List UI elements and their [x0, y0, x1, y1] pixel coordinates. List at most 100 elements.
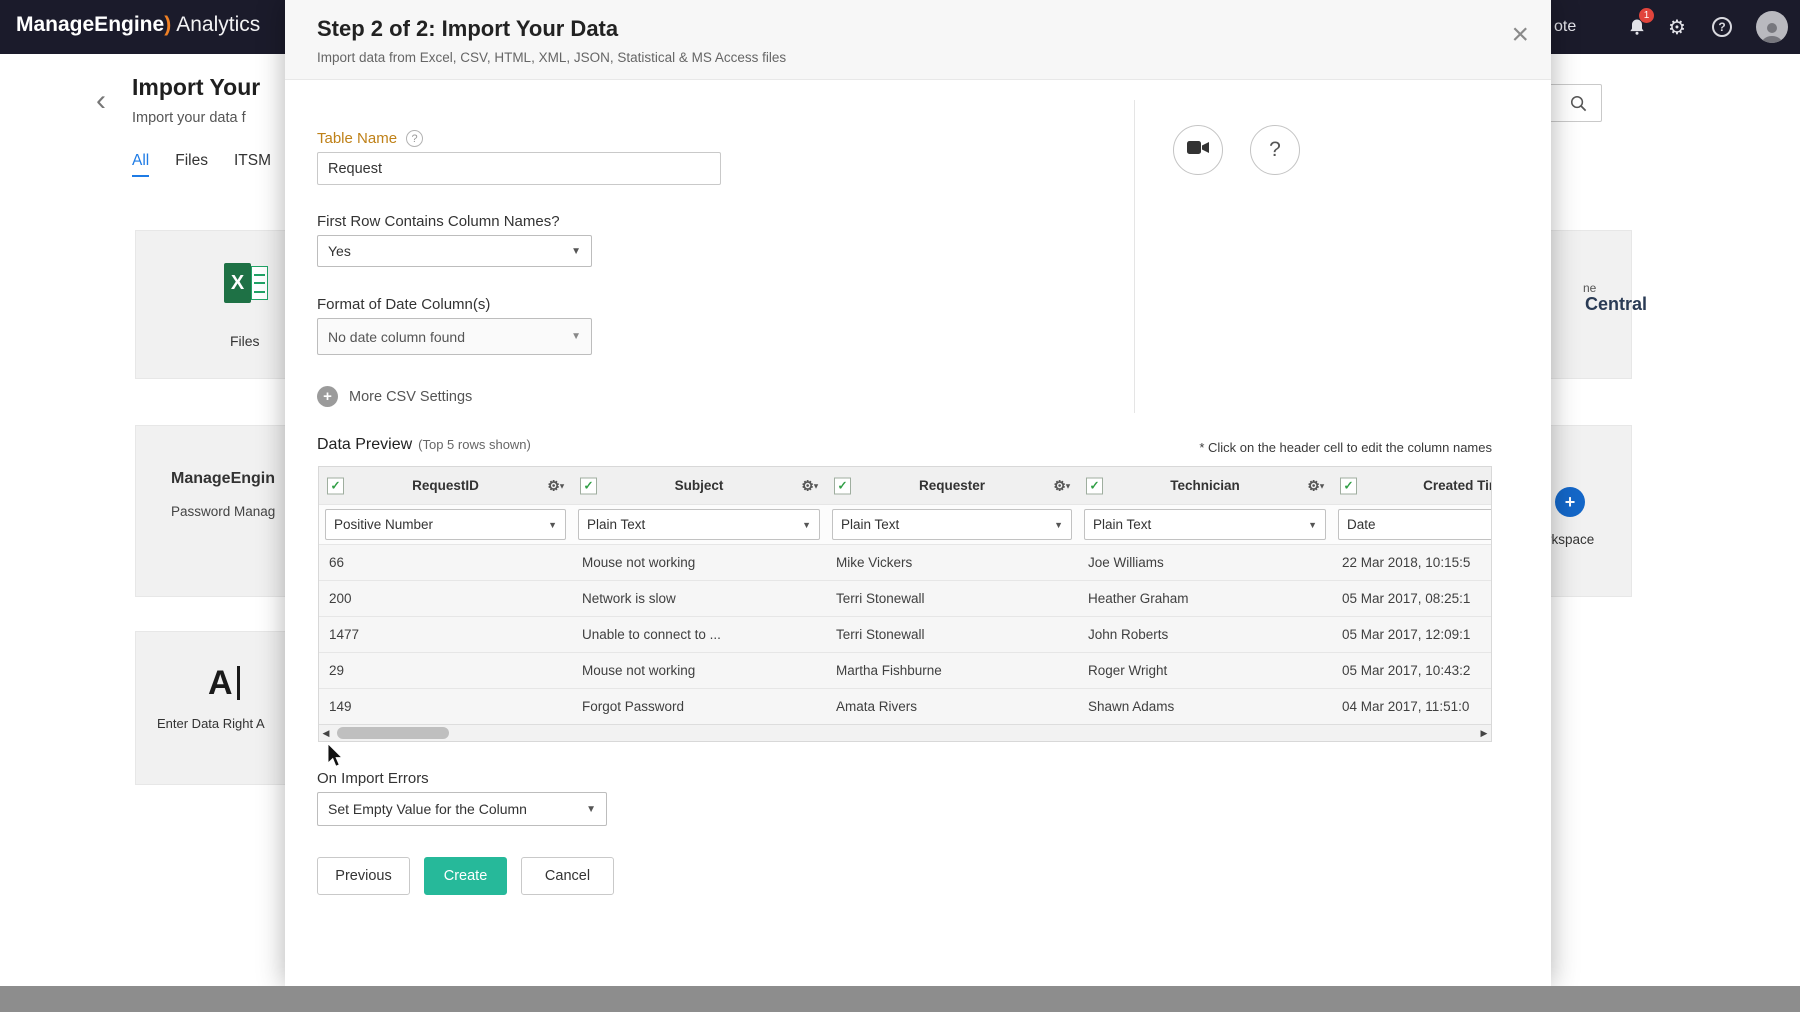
- cell: Mouse not working: [572, 653, 826, 688]
- avatar: [1756, 11, 1788, 43]
- cell: 29: [319, 653, 572, 688]
- brand-name: ManageEngine: [16, 13, 164, 36]
- column-type-select[interactable]: Plain Text▼: [1084, 509, 1326, 540]
- cell: Amata Rivers: [826, 689, 1078, 724]
- screen: ManageEngine)Analytics ote 1 ⚙ ? ‹ Impor…: [0, 0, 1800, 1012]
- cell: Mike Vickers: [826, 545, 1078, 580]
- cell: 1477: [319, 617, 572, 652]
- tab-itsm[interactable]: ITSM: [234, 152, 271, 177]
- video-camera-icon: [1186, 139, 1210, 161]
- column-checkbox[interactable]: ✓: [327, 477, 344, 494]
- modal-title: Step 2 of 2: Import Your Data: [317, 16, 618, 42]
- plus-icon: +: [317, 386, 338, 407]
- table-row: 149 Forgot Password Amata Rivers Shawn A…: [319, 688, 1491, 724]
- card-enter-data-label: Enter Data Right A: [157, 716, 265, 731]
- column-type-select[interactable]: Plain Text▼: [832, 509, 1072, 540]
- help-button[interactable]: ?: [1712, 0, 1732, 54]
- first-row-label: First Row Contains Column Names?: [317, 213, 560, 230]
- data-preview-subheading: (Top 5 rows shown): [418, 437, 531, 452]
- chevron-down-icon: ▼: [571, 246, 581, 257]
- column-header-requester[interactable]: ✓ Requester ⚙▾: [826, 467, 1078, 504]
- data-preview-heading: Data Preview(Top 5 rows shown): [317, 436, 531, 454]
- cancel-button[interactable]: Cancel: [521, 857, 614, 895]
- tab-files[interactable]: Files: [175, 152, 208, 177]
- more-csv-settings[interactable]: + More CSV Settings: [317, 386, 472, 407]
- cell: Forgot Password: [572, 689, 826, 724]
- vertical-divider: [1134, 100, 1135, 413]
- cell: Joe Williams: [1078, 545, 1332, 580]
- cell: Roger Wright: [1078, 653, 1332, 688]
- cell: Terri Stonewall: [826, 617, 1078, 652]
- date-format-label: Format of Date Column(s): [317, 296, 490, 313]
- cell: Mouse not working: [572, 545, 826, 580]
- topbar-partial-text[interactable]: ote: [1554, 0, 1576, 54]
- chevron-down-icon: ▼: [1308, 520, 1317, 530]
- plus-circle-icon: +: [1555, 487, 1585, 517]
- column-settings-icon[interactable]: ⚙▾: [1053, 477, 1070, 494]
- notifications-button[interactable]: 1: [1627, 0, 1647, 54]
- table-name-input[interactable]: [317, 152, 721, 185]
- horizontal-scrollbar[interactable]: ◀ ▶: [319, 724, 1491, 741]
- import-data-modal: Step 2 of 2: Import Your Data Import dat…: [285, 0, 1551, 986]
- column-type-select[interactable]: Plain Text▼: [578, 509, 820, 540]
- card-central-label: Central: [1585, 294, 1647, 315]
- previous-button[interactable]: Previous: [317, 857, 410, 895]
- scrollbar-thumb[interactable]: [337, 727, 449, 739]
- cell: Terri Stonewall: [826, 581, 1078, 616]
- date-format-select[interactable]: No date column found ▼: [317, 318, 592, 355]
- modal-subtitle: Import data from Excel, CSV, HTML, XML, …: [317, 50, 786, 65]
- user-menu[interactable]: [1756, 0, 1788, 54]
- create-button[interactable]: Create: [424, 857, 507, 895]
- column-settings-icon[interactable]: ⚙▾: [801, 477, 818, 494]
- chevron-down-icon: ▼: [571, 331, 581, 342]
- column-header-createdtime[interactable]: ✓ Created Tim ⚙▾: [1332, 467, 1491, 504]
- on-import-errors-select[interactable]: Set Empty Value for the Column ▼: [317, 792, 607, 826]
- bottom-strip: [0, 986, 1800, 1012]
- column-settings-icon[interactable]: ⚙▾: [1307, 477, 1324, 494]
- close-icon[interactable]: ×: [1511, 20, 1529, 50]
- notification-badge: 1: [1639, 8, 1654, 23]
- settings-button[interactable]: ⚙: [1668, 0, 1686, 54]
- column-checkbox[interactable]: ✓: [834, 477, 851, 494]
- column-checkbox[interactable]: ✓: [580, 477, 597, 494]
- cell: 05 Mar 2017, 12:09:1: [1332, 617, 1491, 652]
- tab-all[interactable]: All: [132, 152, 149, 177]
- modal-help-button[interactable]: ?: [1250, 125, 1300, 175]
- mouse-cursor: [326, 742, 344, 774]
- header-edit-note: * Click on the header cell to edit the c…: [1199, 440, 1492, 455]
- column-header-requestid[interactable]: ✓ RequestID ⚙▾: [319, 467, 572, 504]
- column-header-subject[interactable]: ✓ Subject ⚙▾: [572, 467, 826, 504]
- cell: Network is slow: [572, 581, 826, 616]
- gear-icon: ⚙: [1668, 15, 1686, 40]
- column-type-select[interactable]: Positive Number▼: [325, 509, 566, 540]
- cell: Unable to connect to ...: [572, 617, 826, 652]
- column-settings-icon[interactable]: ⚙▾: [547, 477, 564, 494]
- chevron-down-icon: ▼: [586, 804, 596, 815]
- cell: Martha Fishburne: [826, 653, 1078, 688]
- excel-icon: X: [224, 263, 268, 303]
- video-help-button[interactable]: [1173, 125, 1223, 175]
- column-checkbox[interactable]: ✓: [1086, 477, 1103, 494]
- cell: 04 Mar 2017, 11:51:0: [1332, 689, 1491, 724]
- scroll-left-icon[interactable]: ◀: [319, 725, 333, 742]
- column-checkbox[interactable]: ✓: [1340, 477, 1357, 494]
- column-type-row: Positive Number▼ Plain Text▼ Plain Text▼…: [319, 504, 1491, 544]
- table-row: 1477 Unable to connect to ... Terri Ston…: [319, 616, 1491, 652]
- brand-logo[interactable]: ManageEngine)Analytics: [16, 13, 260, 37]
- first-row-select[interactable]: Yes ▼: [317, 235, 592, 267]
- cell: 149: [319, 689, 572, 724]
- back-button[interactable]: ‹: [96, 86, 106, 116]
- question-icon: ?: [1269, 138, 1281, 162]
- table-header-row: ✓ RequestID ⚙▾ ✓ Subject ⚙▾ ✓ Requester: [319, 467, 1491, 504]
- brand-mark: ): [164, 13, 171, 36]
- card-central-small: ne: [1583, 281, 1596, 295]
- cell: Shawn Adams: [1078, 689, 1332, 724]
- scroll-right-icon[interactable]: ▶: [1477, 725, 1491, 742]
- table-name-help-icon[interactable]: ?: [406, 130, 423, 147]
- search-icon: [1569, 94, 1588, 118]
- cell: 05 Mar 2017, 10:43:2: [1332, 653, 1491, 688]
- text-cursor-icon: A: [208, 666, 240, 700]
- column-header-technician[interactable]: ✓ Technician ⚙▾: [1078, 467, 1332, 504]
- cell: 66: [319, 545, 572, 580]
- column-type-select[interactable]: Date▼: [1338, 509, 1491, 540]
